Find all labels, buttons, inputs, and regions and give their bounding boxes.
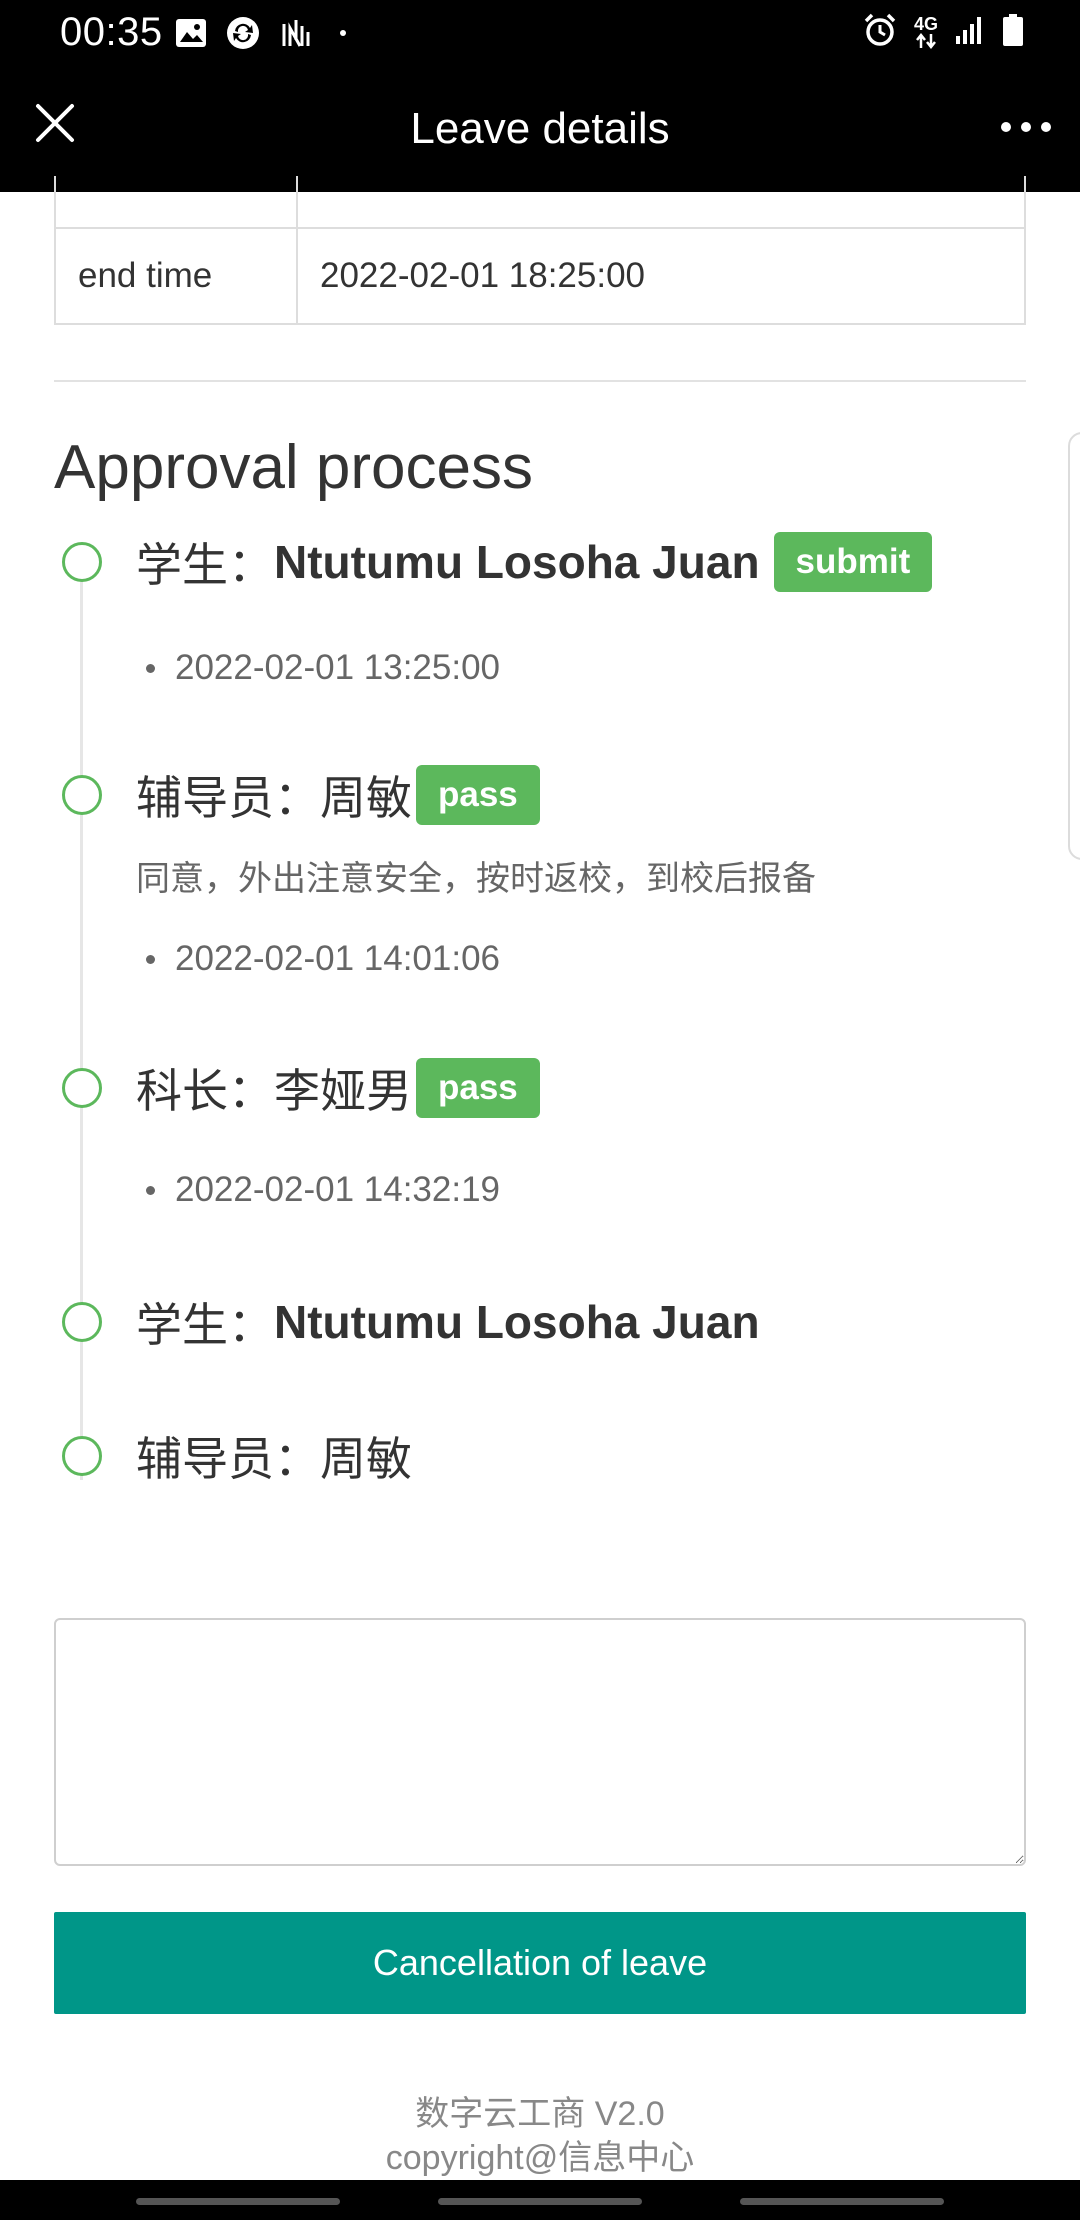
- step-role: 辅导员：: [136, 1433, 320, 1485]
- end-time-value: 2022-02-01 18:25:00: [296, 227, 1026, 325]
- footer-copyright: copyright@信息中心: [385, 2139, 695, 2177]
- step-role: 科长：: [136, 1065, 274, 1117]
- step-time-row: 2022-02-01 14:32:19: [146, 1170, 500, 1210]
- timeline-step-header: 学生： Ntutumu Losoha Juan: [136, 1290, 760, 1354]
- step-time: 2022-02-01 14:32:19: [175, 1170, 500, 1209]
- bullet-icon: [146, 663, 155, 673]
- status-badge: submit: [773, 532, 933, 592]
- page-title: Leave details: [410, 104, 670, 153]
- network-4g-icon: 4G: [914, 15, 938, 49]
- approval-section-title: Approval process: [54, 433, 534, 502]
- step-role: 学生：: [136, 539, 274, 591]
- status-time: 00:35: [60, 10, 163, 54]
- timeline-step-header: 辅导员： 周敏 pass: [136, 763, 540, 827]
- step-time: 2022-02-01 14:01:06: [175, 939, 500, 978]
- bullet-icon: [146, 1185, 155, 1195]
- nav-home-button[interactable]: [438, 2198, 642, 2205]
- table-value-cell: [296, 176, 1026, 229]
- nav-back-button[interactable]: [740, 2198, 944, 2205]
- table-row: end time 2022-02-01 18:25:00: [54, 227, 1026, 325]
- image-icon: [174, 16, 208, 50]
- title-bar: Leave details: [0, 66, 1080, 192]
- battery-icon: [1002, 13, 1024, 52]
- sync-icon: [226, 16, 260, 50]
- timeline-line: [80, 560, 83, 1480]
- status-badge: pass: [416, 1058, 540, 1118]
- alarm-icon: [862, 12, 898, 53]
- footer-version: 数字云工商 V2.0: [415, 2095, 665, 2133]
- bullet-icon: [146, 954, 155, 964]
- step-name: 周敏: [320, 1433, 412, 1485]
- section-divider: [54, 380, 1026, 382]
- cancel-leave-button[interactable]: Cancellation of leave: [54, 1912, 1026, 2014]
- network-type-label: 4G: [913, 14, 938, 34]
- timeline-step-header: 辅导员： 周敏: [136, 1424, 412, 1488]
- remark-textarea[interactable]: [54, 1618, 1026, 1866]
- timeline-dot-icon: [62, 542, 102, 582]
- signal-icon: [954, 14, 986, 51]
- step-name: 李娅男: [274, 1065, 412, 1117]
- leave-info-table: end time 2022-02-01 18:25:00: [54, 176, 1026, 325]
- step-time-row: 2022-02-01 14:01:06: [146, 939, 500, 979]
- step-name: Ntutumu Losoha Juan: [274, 536, 760, 588]
- side-drawer-handle[interactable]: [1068, 432, 1080, 860]
- nfc-icon: [278, 16, 312, 50]
- status-badge: pass: [416, 765, 540, 825]
- step-name: Ntutumu Losoha Juan: [274, 1296, 760, 1348]
- timeline-dot-icon: [62, 1068, 102, 1108]
- status-bar: 00:35 4G: [0, 0, 1080, 66]
- nav-recents-button[interactable]: [136, 2198, 340, 2205]
- step-time-row: 2022-02-01 13:25:00: [146, 648, 500, 688]
- step-role: 学生：: [136, 1299, 274, 1351]
- table-row: [54, 176, 1026, 229]
- status-right-icons: 4G: [862, 12, 1024, 52]
- navigation-bar: [0, 2180, 1080, 2220]
- table-label-cell: [54, 176, 298, 229]
- timeline-dot-icon: [62, 775, 102, 815]
- step-name: 周敏: [320, 772, 412, 824]
- dot-icon: [326, 16, 360, 50]
- more-icon: [1001, 122, 1051, 132]
- step-role: 辅导员：: [136, 772, 320, 824]
- footer: 数字云工商 V2.0 copyright@信息中心: [0, 2092, 1080, 2180]
- timeline-step-header: 学生： Ntutumu Losoha Juan submit: [136, 530, 933, 594]
- more-button[interactable]: [996, 100, 1056, 154]
- end-time-label: end time: [54, 227, 298, 325]
- timeline-step-header: 科长： 李娅男 pass: [136, 1056, 540, 1120]
- step-time: 2022-02-01 13:25:00: [175, 648, 500, 687]
- step-comment: 同意，外出注意安全，按时返校，到校后报备: [136, 860, 816, 898]
- timeline-dot-icon: [62, 1302, 102, 1342]
- timeline-dot-icon: [62, 1436, 102, 1476]
